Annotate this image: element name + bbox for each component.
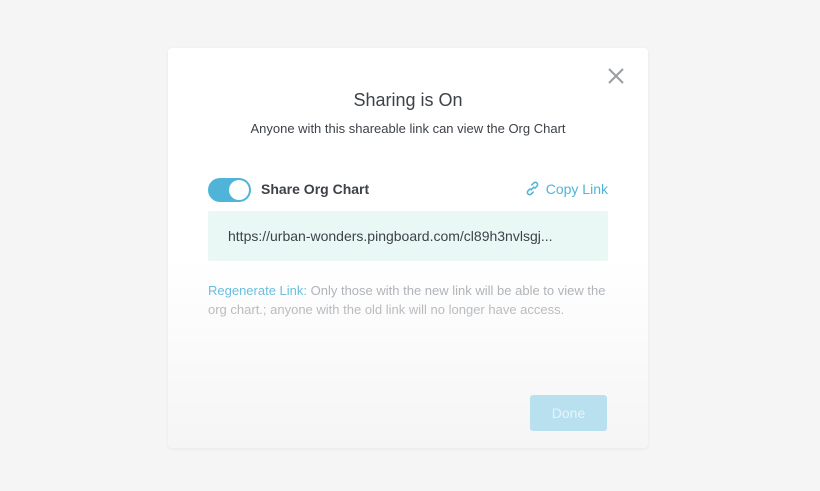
share-toggle-label: Share Org Chart	[261, 181, 370, 197]
close-button[interactable]	[604, 64, 628, 88]
modal-title: Sharing is On	[353, 90, 463, 110]
share-toggle-row: Share Org Chart Copy Link	[208, 177, 608, 203]
toggle-knob	[229, 180, 249, 200]
close-icon	[608, 68, 624, 84]
regenerate-link[interactable]: Regenerate Link:	[208, 283, 307, 298]
share-link-field[interactable]: https://urban-wonders.pingboard.com/cl89…	[208, 211, 608, 261]
share-modal: Sharing is On Anyone with this shareable…	[168, 48, 648, 448]
regenerate-info: Regenerate Link: Only those with the new…	[208, 281, 608, 319]
done-button[interactable]: Done	[530, 395, 607, 431]
link-icon	[526, 181, 539, 196]
modal-subtitle: Anyone with this shareable link can view…	[250, 121, 566, 136]
share-toggle[interactable]	[208, 178, 251, 202]
copy-link-button[interactable]: Copy Link	[524, 180, 608, 197]
share-link-url: https://urban-wonders.pingboard.com/cl89…	[228, 228, 553, 244]
copy-link-label: Copy Link	[545, 180, 608, 197]
